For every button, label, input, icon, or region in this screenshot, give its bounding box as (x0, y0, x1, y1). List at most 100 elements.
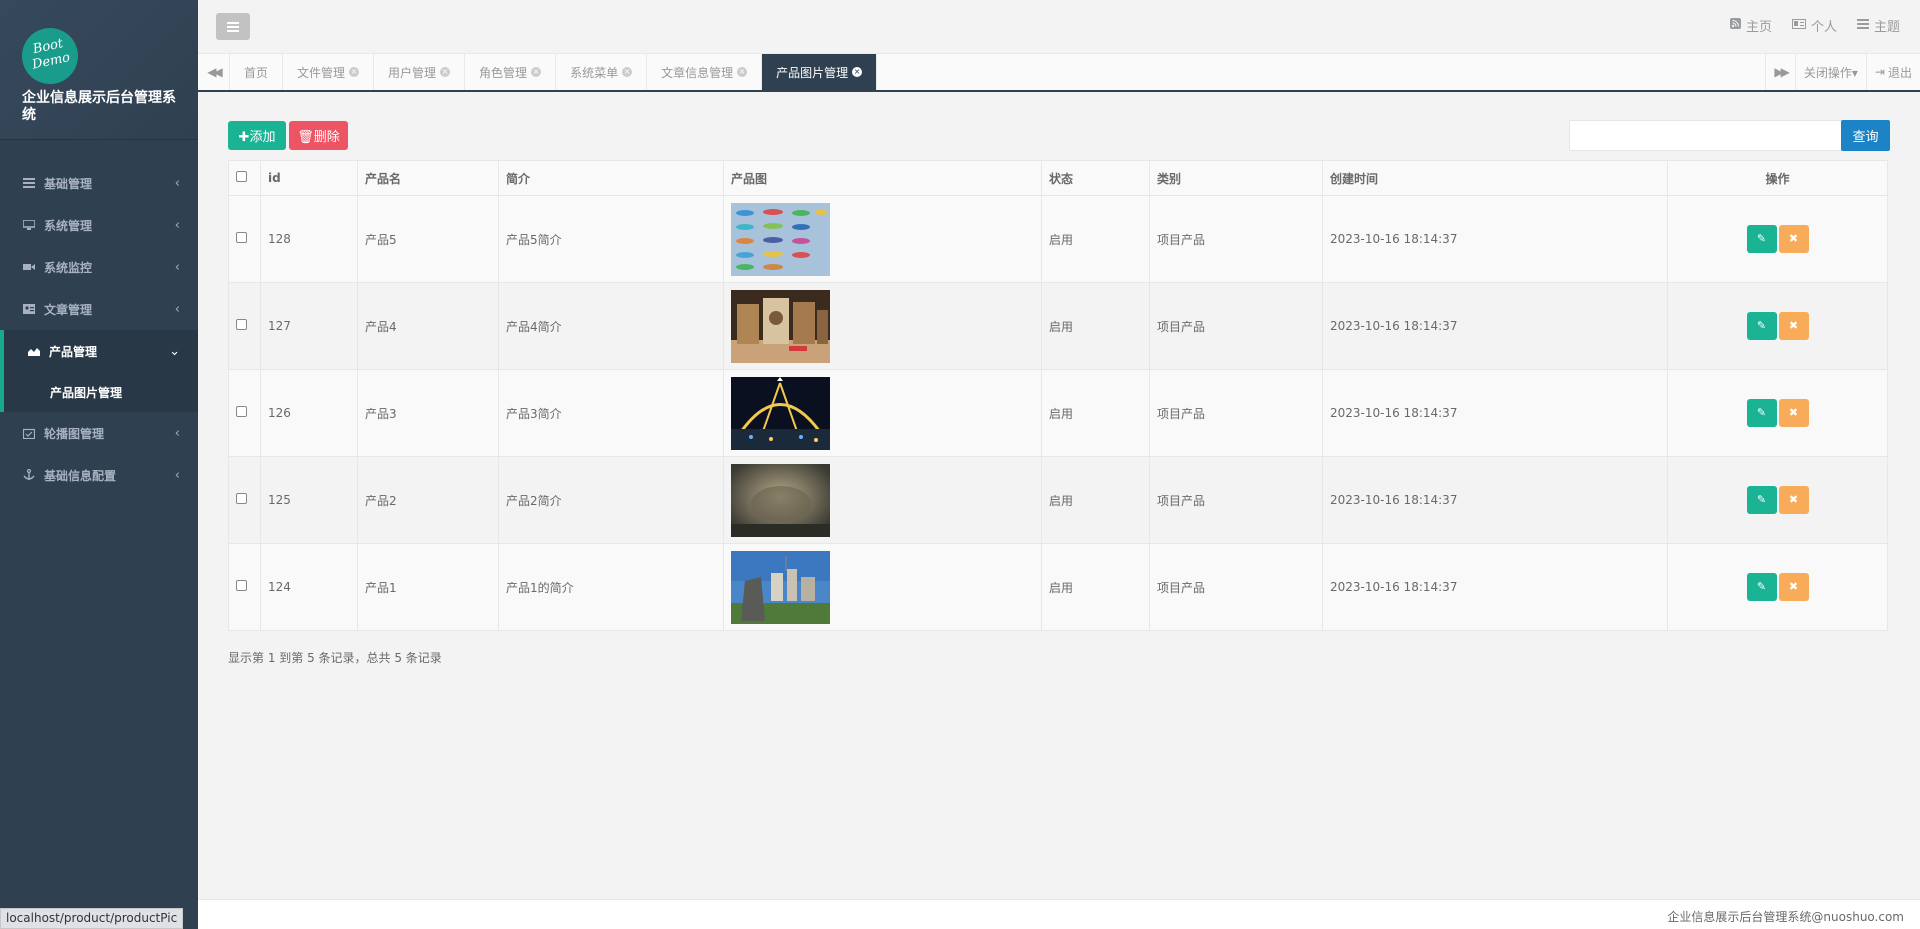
home-link-label: 主页 (1745, 20, 1772, 35)
cell-intro: 产品2简介 (498, 456, 724, 544)
column-header-created[interactable]: 创建时间 (1322, 160, 1668, 196)
close-operations-dropdown[interactable]: 关闭操作▾ (1794, 54, 1866, 90)
tab-system-menu[interactable]: 系统菜单 × (556, 54, 648, 90)
sidebar-item-product[interactable]: 产品管理 ⌄ (0, 330, 198, 372)
edit-button[interactable]: ✎ (1746, 399, 1777, 427)
tab-role-management[interactable]: 角色管理 × (465, 54, 557, 90)
table-row[interactable]: 126 产品3 产品3简介 启用 项目产品 2023-10-16 18:14:3… (228, 369, 1888, 457)
add-button[interactable]: ✚添加 (228, 121, 286, 150)
edit-icon: ✎ (1756, 406, 1767, 419)
table-row[interactable]: 128 产品5 产品5简介 启用 项目产品 2023-10-16 18:14:3… (228, 195, 1888, 283)
table-row[interactable]: 127 产品4 产品4简介 启用 项目产品 2023-10-16 18:14:3… (228, 282, 1888, 370)
tabs-scroll-right-button[interactable]: ▶▶ (1765, 54, 1794, 90)
row-checkbox[interactable] (236, 580, 247, 591)
table-row[interactable]: 125 产品2 产品2简介 启用 项目产品 2023-10-16 18:14:3… (228, 456, 1888, 544)
theme-link[interactable]: 主题 (1856, 16, 1900, 35)
sidebar-item-label: 基础管理 (44, 176, 93, 191)
area-chart-icon (27, 345, 41, 357)
sidebar-item-label: 基础信息配置 (44, 468, 117, 483)
close-icon[interactable]: × (852, 67, 863, 77)
sidebar-item-carousel[interactable]: 轮播图管理 ‹ (0, 412, 198, 454)
close-icon[interactable]: × (737, 67, 748, 77)
remove-button[interactable]: ✖ (1778, 399, 1809, 427)
calendar-check-icon (22, 427, 36, 439)
edit-button[interactable]: ✎ (1746, 486, 1777, 514)
edit-button[interactable]: ✎ (1746, 225, 1777, 253)
logout-button[interactable]: ⇥ 退出 (1865, 54, 1920, 90)
cell-status: 启用 (1041, 282, 1150, 370)
column-header-status[interactable]: 状态 (1041, 160, 1150, 196)
product-image[interactable] (731, 289, 830, 363)
row-checkbox[interactable] (236, 232, 247, 243)
cell-id: 125 (260, 456, 358, 544)
row-checkbox[interactable] (236, 406, 247, 417)
search-input[interactable] (1569, 120, 1845, 151)
desktop-icon (22, 219, 36, 231)
cell-status: 启用 (1041, 195, 1150, 283)
sidebar-item-basic[interactable]: 基础管理 ‹ (0, 162, 198, 204)
remove-button[interactable]: ✖ (1778, 225, 1809, 253)
tab-file-management[interactable]: 文件管理 × (283, 54, 375, 90)
tabs-list: 首页 文件管理 × 用户管理 × 角色管理 × 系统菜单 × 文章信息管理 × 产品图片管… (230, 54, 1765, 90)
remove-button[interactable]: ✖ (1778, 573, 1809, 601)
cell-id: 128 (260, 195, 358, 283)
cell-actions: ✎ ✖ (1667, 369, 1888, 457)
column-header-name[interactable]: 产品名 (357, 160, 499, 196)
row-select-cell (228, 282, 261, 370)
tab-product-pic[interactable]: 产品图片管理 × (762, 54, 878, 90)
id-card-icon (22, 303, 36, 315)
select-all-checkbox[interactable] (236, 171, 247, 182)
edit-icon: ✎ (1756, 580, 1767, 593)
cell-id: 124 (260, 543, 358, 631)
product-image[interactable] (731, 376, 830, 450)
cell-status: 启用 (1041, 456, 1150, 544)
sidebar-item-label: 文章管理 (44, 302, 93, 317)
tab-home[interactable]: 首页 (230, 54, 284, 90)
edit-button[interactable]: ✎ (1746, 573, 1777, 601)
product-image[interactable] (731, 463, 830, 537)
sidebar-item-system[interactable]: 系统管理 ‹ (0, 204, 198, 246)
row-checkbox[interactable] (236, 493, 247, 504)
tab-article-info[interactable]: 文章信息管理 × (647, 54, 763, 90)
sidebar-item-monitor[interactable]: 系统监控 ‹ (0, 246, 198, 288)
id-card-icon (1791, 18, 1806, 33)
cell-intro: 产品3简介 (498, 369, 724, 457)
sidebar-item-article[interactable]: 文章管理 ‹ (0, 288, 198, 330)
delete-button[interactable]: 🗑删除 (289, 121, 348, 150)
chevron-left-icon: ‹ (174, 425, 180, 441)
column-header-id[interactable]: id (260, 160, 358, 196)
remove-button[interactable]: ✖ (1778, 486, 1809, 514)
close-icon[interactable]: × (622, 67, 633, 77)
profile-link[interactable]: 个人 (1791, 16, 1837, 35)
column-header-intro[interactable]: 简介 (498, 160, 724, 196)
logo-area: Boot Demo 企业信息展示后台管理系统 (0, 0, 198, 140)
menu-toggle-button[interactable] (216, 13, 250, 40)
column-header-image[interactable]: 产品图 (723, 160, 1042, 196)
row-checkbox[interactable] (236, 319, 247, 330)
row-select-cell (228, 195, 261, 283)
product-image[interactable] (731, 550, 830, 624)
sidebar-item-label: 轮播图管理 (44, 426, 105, 441)
product-image[interactable] (731, 202, 830, 276)
sidebar-item-label: 系统监控 (44, 260, 93, 275)
close-icon[interactable]: × (349, 67, 360, 77)
pagination-info: 显示第 1 到第 5 条记录，总共 5 条记录 (228, 651, 442, 665)
product-table: id 产品名 简介 产品图 状态 类别 创建时间 操作 128 产品5 产品5简… (228, 160, 1888, 631)
remove-button[interactable]: ✖ (1778, 312, 1809, 340)
sidebar-subitem-product-pic[interactable]: 产品图片管理 (0, 372, 198, 412)
query-button[interactable]: 查询 (1841, 120, 1890, 151)
logout-label: 退出 (1887, 65, 1912, 80)
cell-image (723, 543, 1042, 631)
browser-status-url: localhost/product/productPic (0, 908, 184, 929)
tabs-scroll-left-button[interactable]: ◀◀ (198, 54, 230, 90)
tab-user-management[interactable]: 用户管理 × (374, 54, 466, 90)
close-icon[interactable]: × (531, 67, 542, 77)
column-header-category[interactable]: 类别 (1149, 160, 1323, 196)
table-row[interactable]: 124 产品1 产品1的简介 启用 项目产品 2023-10-16 18:14:… (228, 543, 1888, 631)
sidebar-item-baseinfo[interactable]: 基础信息配置 ‹ (0, 454, 198, 496)
cell-category: 项目产品 (1149, 456, 1323, 544)
cell-category: 项目产品 (1149, 195, 1323, 283)
close-icon[interactable]: × (440, 67, 451, 77)
edit-button[interactable]: ✎ (1746, 312, 1777, 340)
home-link[interactable]: 主页 (1729, 16, 1772, 35)
